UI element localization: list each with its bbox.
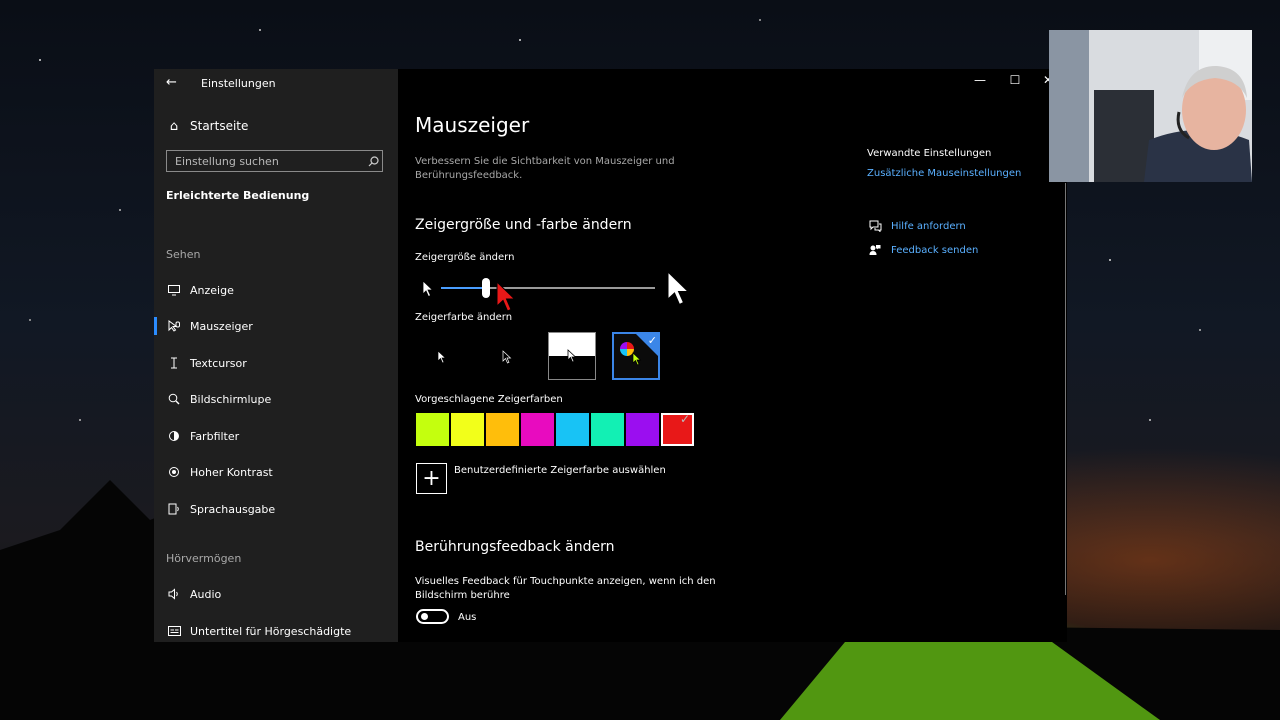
magnifier-icon [166, 391, 182, 407]
page-title: Mauszeiger [415, 113, 530, 137]
sidebar-item-anzeige[interactable]: Anzeige [166, 281, 234, 299]
toggle-state-text: Aus [458, 612, 477, 623]
send-feedback-label: Feedback senden [891, 244, 979, 256]
webcam-overlay [1049, 30, 1252, 182]
size-label: Zeigergröße ändern [415, 252, 515, 263]
category-hearing: Hörvermögen [166, 552, 242, 565]
sidebar-item-label: Anzeige [190, 283, 234, 297]
suggested-colors-label: Vorgeschlagene Zeigerfarben [415, 394, 563, 405]
sidebar-item-label: Sprachausgabe [190, 502, 276, 516]
sidebar-item-mauszeiger[interactable]: Mauszeiger [166, 317, 253, 335]
color-swatch[interactable] [626, 413, 659, 446]
maximize-button[interactable]: ☐ [1005, 73, 1025, 87]
search-icon[interactable] [364, 152, 382, 170]
sidebar-item-label: Hoher Kontrast [190, 465, 273, 479]
color-swatch[interactable] [591, 413, 624, 446]
section-title: Erleichterte Bedienung [166, 189, 310, 202]
custom-color-label[interactable]: Benutzerdefinierte Zeigerfarbe auswählen [454, 465, 666, 476]
nav-home-label: Startseite [190, 119, 249, 133]
active-indicator [154, 317, 157, 335]
checkmark-icon: ✓ [647, 334, 657, 347]
feedback-icon [867, 242, 883, 258]
settings-window: ← Einstellungen ⌂ Startseite Erleichtert… [154, 69, 1067, 642]
small-pointer-icon [422, 280, 434, 298]
narrator-icon [166, 501, 182, 517]
sidebar-item-label: Audio [190, 587, 222, 601]
lime-pointer-icon [632, 352, 642, 366]
scrollbar[interactable] [1065, 183, 1066, 595]
toggle-knob [421, 613, 428, 620]
sidebar-item-hoher-kontrast[interactable]: Hoher Kontrast [166, 463, 273, 481]
sidebar-item-label: Bildschirmlupe [190, 392, 272, 406]
size-slider-thumb[interactable] [481, 278, 490, 298]
help-chat-icon [867, 218, 883, 234]
speaker-icon [166, 586, 182, 602]
page-description: Verbessern Sie die Sichtbarkeit von Maus… [415, 156, 675, 181]
plus-icon: + [422, 466, 441, 491]
main-content: — ☐ ✕ Mauszeiger Verbessern Sie die Sich… [398, 69, 1067, 642]
color-option-custom[interactable]: ✓ [612, 332, 660, 380]
color-filter-icon [166, 428, 182, 444]
get-help-link[interactable]: Hilfe anfordern [867, 218, 966, 234]
inverted-pointer-icon [567, 349, 577, 363]
size-slider-track[interactable] [441, 287, 655, 289]
webcam-person-image [1049, 30, 1252, 182]
back-arrow-icon[interactable]: ← [166, 75, 177, 90]
touch-feedback-toggle[interactable] [416, 609, 449, 624]
touch-feedback-label: Visuelles Feedback für Touchpunkte anzei… [415, 576, 716, 601]
red-cursor-icon [496, 281, 516, 312]
color-option-black[interactable] [488, 332, 536, 380]
section-size-color-title: Zeigergröße und -farbe ändern [415, 217, 632, 233]
search-input[interactable] [167, 153, 364, 169]
contrast-icon [166, 464, 182, 480]
sidebar: ← Einstellungen ⌂ Startseite Erleichtert… [154, 69, 398, 642]
related-settings-title: Verwandte Einstellungen [867, 148, 992, 159]
text-cursor-icon [166, 355, 182, 371]
additional-mouse-settings-link[interactable]: Zusätzliche Mauseinstellungen [867, 168, 1021, 179]
color-option-white[interactable] [427, 332, 475, 380]
color-option-inverted[interactable] [548, 332, 596, 380]
color-swatch[interactable] [521, 413, 554, 446]
sidebar-item-sprachausgabe[interactable]: Sprachausgabe [166, 500, 275, 518]
sidebar-item-label: Untertitel für Hörgeschädigte [190, 624, 352, 638]
window-title: Einstellungen [201, 77, 276, 90]
send-feedback-link[interactable]: Feedback senden [867, 242, 978, 258]
color-swatch[interactable] [661, 412, 694, 446]
black-pointer-icon [502, 350, 512, 364]
search-box[interactable] [166, 150, 383, 172]
sidebar-item-audio[interactable]: Audio [166, 585, 221, 603]
white-pointer-icon [437, 350, 447, 364]
large-pointer-icon [667, 271, 690, 306]
get-help-label: Hilfe anfordern [891, 220, 966, 232]
sidebar-item-textcursor[interactable]: Textcursor [166, 354, 247, 372]
home-icon: ⌂ [169, 118, 179, 134]
monitor-icon [166, 282, 182, 298]
sidebar-item-label: Farbfilter [190, 429, 240, 443]
sidebar-item-label: Mauszeiger [190, 319, 253, 333]
sidebar-item-bildschirmlupe[interactable]: Bildschirmlupe [166, 390, 271, 408]
minimize-button[interactable]: — [970, 73, 990, 87]
sidebar-item-label: Textcursor [190, 356, 247, 370]
sidebar-item-farbfilter[interactable]: Farbfilter [166, 427, 239, 445]
nav-home[interactable]: ⌂ Startseite [166, 117, 249, 135]
size-slider-fill [441, 287, 486, 289]
color-swatch[interactable] [486, 413, 519, 446]
add-custom-color-button[interactable]: + [416, 463, 447, 494]
color-swatch[interactable] [556, 413, 589, 446]
captions-icon [166, 623, 182, 639]
suggested-color-swatches [416, 412, 696, 446]
sidebar-item-untertitel[interactable]: Untertitel für Hörgeschädigte [166, 622, 351, 640]
section-touch-title: Berührungsfeedback ändern [415, 539, 615, 555]
mouse-pointer-icon [166, 318, 182, 334]
category-see: Sehen [166, 248, 201, 261]
color-label: Zeigerfarbe ändern [415, 312, 513, 323]
color-swatch[interactable] [451, 413, 484, 446]
color-swatch[interactable] [416, 413, 449, 446]
